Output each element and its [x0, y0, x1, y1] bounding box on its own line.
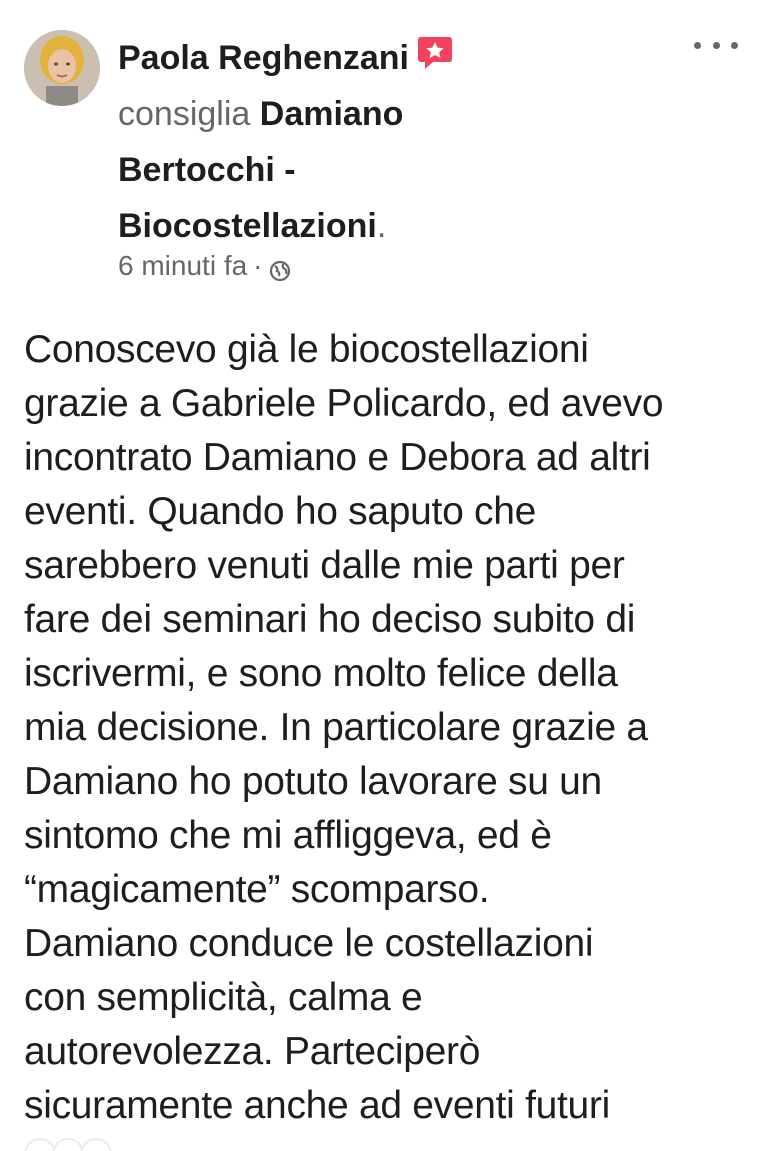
- reaction-icons[interactable]: [24, 1138, 134, 1151]
- page-name-part2[interactable]: Bertocchi -: [118, 151, 296, 189]
- post-body-line: mia decisione. In particolare grazie a: [24, 706, 648, 749]
- post-body-line: fare dei seminari ho deciso subito di: [24, 598, 636, 641]
- post-body-line: Damiano ho potuto lavorare su un: [24, 760, 602, 803]
- meta-separator: ·: [253, 250, 263, 281]
- post-body-line: incontrato Damiano e Debora ad altri: [24, 436, 651, 479]
- post-body-line: sicuramente anche ad eventi futuri: [24, 1084, 610, 1127]
- post-body-line: eventi. Quando ho saputo che: [24, 490, 536, 533]
- avatar-photo: [24, 30, 100, 106]
- timestamp[interactable]: 6 minuti fa: [118, 248, 247, 284]
- page-name-part3[interactable]: Biocostellazioni: [118, 207, 377, 245]
- globe-icon[interactable]: [269, 255, 291, 282]
- post-body: Conoscevo già le biocostellazioni grazie…: [24, 323, 754, 1133]
- post-header: Paola Reghenzani consiglia Damiano Berto…: [118, 30, 678, 254]
- recommend-verb: consiglia: [118, 95, 251, 133]
- post-body-line: con semplicità, calma e: [24, 976, 423, 1019]
- page-name-part1[interactable]: Damiano: [260, 95, 404, 133]
- reaction-icon: [52, 1138, 84, 1151]
- reaction-icon: [80, 1138, 112, 1151]
- post-body-line: sarebbero venuti dalle mie parti per: [24, 544, 625, 587]
- post-body-line: sintomo che mi affliggeva, ed è: [24, 814, 552, 857]
- more-options-icon[interactable]: [694, 30, 738, 60]
- post-body-line: iscrivermi, e sono molto felice della: [24, 652, 618, 695]
- post-body-line: “magicamente” scomparso.: [24, 868, 490, 911]
- reaction-icon: [24, 1138, 56, 1151]
- post-card: Paola Reghenzani consiglia Damiano Berto…: [0, 0, 768, 1151]
- post-body-line: grazie a Gabriele Policardo, ed avevo: [24, 382, 664, 425]
- author-name[interactable]: Paola Reghenzani: [118, 39, 409, 77]
- sentence-period: .: [376, 207, 387, 245]
- avatar[interactable]: [24, 30, 100, 106]
- post-body-line: Damiano conduce le costellazioni: [24, 922, 594, 965]
- recommend-star-icon: [415, 33, 455, 73]
- post-meta: 6 minuti fa ·: [118, 248, 291, 284]
- post-body-line: autorevolezza. Parteciperò: [24, 1030, 481, 1073]
- post-body-line: Conoscevo già le biocostellazioni: [24, 328, 589, 371]
